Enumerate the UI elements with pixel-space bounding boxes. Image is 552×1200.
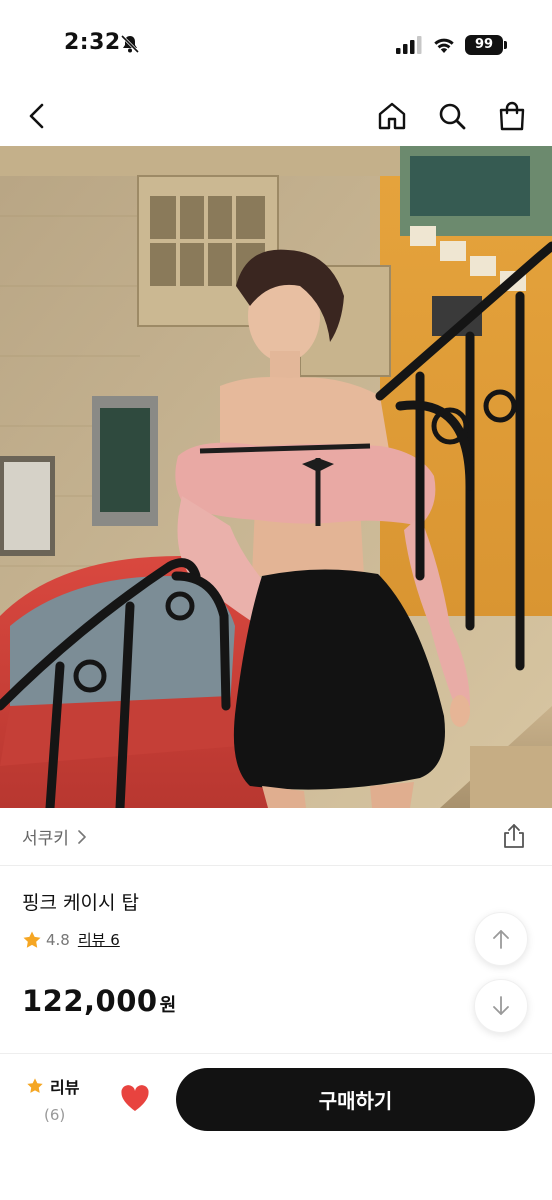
- home-button[interactable]: [374, 98, 410, 134]
- scroll-up-button[interactable]: [474, 912, 528, 966]
- rating-score: 4.8: [46, 930, 70, 949]
- buy-button[interactable]: 구매하기: [176, 1068, 535, 1131]
- cellular-signal-icon: [396, 36, 422, 54]
- shopping-bag-icon: [499, 101, 525, 131]
- heart-icon[interactable]: [120, 1084, 150, 1114]
- bell-off-icon: [120, 34, 140, 54]
- search-button[interactable]: [434, 98, 470, 134]
- review-summary-header: 리뷰: [26, 1074, 88, 1098]
- star-icon: [27, 1078, 43, 1093]
- share-icon[interactable]: [500, 822, 528, 850]
- product-photo: [0, 146, 552, 808]
- scroll-down-button[interactable]: [474, 979, 528, 1033]
- cart-button[interactable]: [494, 98, 530, 134]
- status-bar: 2:32 99: [0, 0, 552, 84]
- home-icon: [378, 102, 406, 130]
- product-image[interactable]: [0, 146, 552, 808]
- top-navigation: [0, 84, 552, 146]
- price-unit: 원: [159, 995, 177, 1016]
- store-row: 서쿠키: [0, 808, 552, 866]
- review-summary-button[interactable]: 리뷰 (6): [26, 1074, 88, 1124]
- rating-row: 4.8 리뷰 6: [22, 929, 120, 950]
- bottom-action-bar: 리뷰 (6) 구매하기: [0, 1053, 552, 1200]
- review-count: (6): [44, 1106, 66, 1124]
- wifi-icon: [434, 38, 454, 53]
- price: 122,000 원: [22, 984, 176, 1018]
- store-link[interactable]: 서쿠키: [22, 824, 89, 849]
- review-summary-label: 리뷰: [50, 1078, 80, 1097]
- store-name: 서쿠키: [22, 829, 69, 849]
- arrow-up-icon: [493, 930, 509, 949]
- chevron-left-icon: [29, 103, 44, 129]
- back-button[interactable]: [20, 98, 56, 134]
- price-value: 122,000: [22, 984, 158, 1018]
- star-icon: [23, 931, 41, 948]
- chevron-right-icon: [78, 829, 86, 844]
- search-icon: [439, 103, 466, 130]
- review-link[interactable]: 리뷰 6: [78, 929, 120, 950]
- battery-indicator: 99: [465, 35, 507, 55]
- product-name: 핑크 케이시 탑: [22, 892, 139, 914]
- status-time: 2:32: [64, 30, 121, 55]
- arrow-down-icon: [493, 996, 509, 1015]
